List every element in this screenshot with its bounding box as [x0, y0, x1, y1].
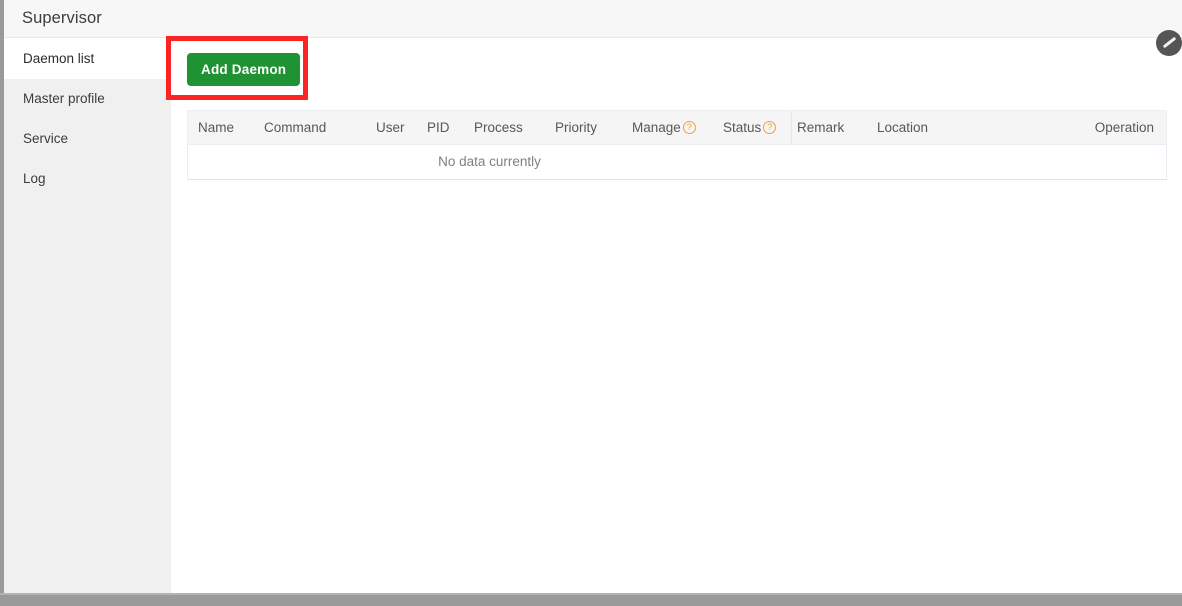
- table-body: No data currently: [188, 145, 1166, 179]
- daemon-table: Name Command User PID Process Priority M…: [187, 110, 1167, 180]
- column-label: Location: [877, 120, 929, 135]
- window-left-edge: [0, 0, 4, 594]
- window-bottom-highlight: [0, 593, 1182, 595]
- table-column-priority[interactable]: Priority: [545, 120, 622, 135]
- column-label: Command: [264, 120, 327, 135]
- app-window: Supervisor Daemon list Master profile Se…: [0, 0, 1182, 606]
- sidebar-item-daemon-list[interactable]: Daemon list: [4, 39, 171, 79]
- table-column-process[interactable]: Process: [464, 120, 545, 135]
- column-label: Name: [198, 120, 235, 135]
- column-label: Remark: [797, 120, 845, 135]
- sidebar-item-master-profile[interactable]: Master profile: [4, 79, 171, 119]
- table-column-remark[interactable]: Remark: [787, 120, 867, 135]
- table-column-location[interactable]: Location: [867, 120, 967, 135]
- table-column-operation[interactable]: Operation: [1085, 120, 1166, 135]
- sidebar-item-label: Daemon list: [23, 51, 95, 66]
- app-header: Supervisor: [4, 0, 1182, 38]
- column-label: PID: [427, 120, 450, 135]
- table-column-command[interactable]: Command: [254, 120, 366, 135]
- fixed-column-divider: [791, 111, 792, 145]
- sidebar: Daemon list Master profile Service Log: [4, 39, 171, 594]
- table-column-name[interactable]: Name: [188, 120, 254, 135]
- sidebar-item-label: Master profile: [23, 91, 105, 106]
- column-label: Priority: [555, 120, 598, 135]
- column-label: Operation: [1094, 120, 1154, 135]
- column-label: Manage: [632, 120, 681, 135]
- cursor-pointer-glyph: [1162, 36, 1177, 49]
- help-icon[interactable]: ?: [763, 121, 777, 134]
- table-column-manage[interactable]: Manage ?: [622, 120, 713, 135]
- table-column-user[interactable]: User: [366, 120, 417, 135]
- mouse-cursor-icon: [1156, 30, 1182, 56]
- column-label: Process: [474, 120, 523, 135]
- sidebar-item-service[interactable]: Service: [4, 119, 171, 159]
- column-label: Status: [723, 120, 762, 135]
- sidebar-item-label: Service: [23, 131, 69, 146]
- table-column-status[interactable]: Status ?: [713, 120, 787, 135]
- table-header-row: Name Command User PID Process Priority M…: [188, 111, 1166, 145]
- sidebar-item-label: Log: [23, 171, 46, 186]
- main-content: Add Daemon Name Command User PID Process: [171, 30, 1182, 594]
- column-label: User: [376, 120, 405, 135]
- empty-state-text: No data currently: [438, 154, 541, 169]
- add-daemon-button[interactable]: Add Daemon: [187, 53, 301, 86]
- help-icon[interactable]: ?: [682, 121, 696, 134]
- table-column-pid[interactable]: PID: [417, 120, 464, 135]
- page-title: Supervisor: [22, 9, 102, 27]
- sidebar-item-log[interactable]: Log: [4, 159, 171, 199]
